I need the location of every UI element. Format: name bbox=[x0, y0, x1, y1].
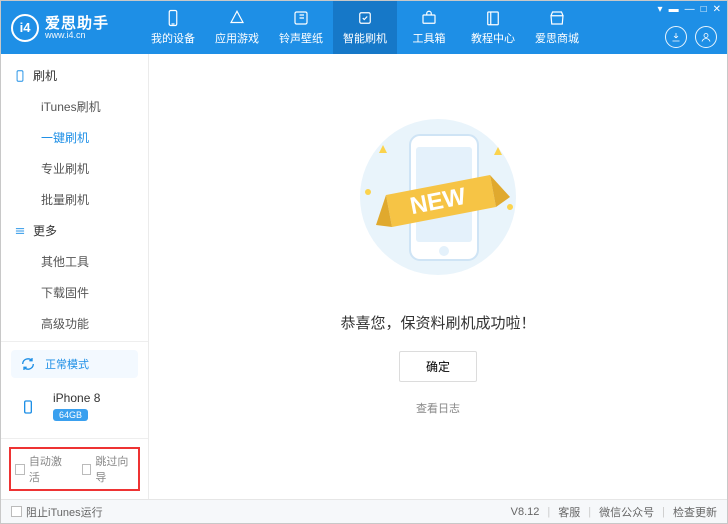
checkbox-label: 跳过向导 bbox=[95, 453, 134, 485]
sidebar-item-advanced[interactable]: 高级功能 bbox=[1, 308, 148, 339]
sidebar: 刷机 iTunes刷机 一键刷机 专业刷机 批量刷机 更多 其他工具 下载固件 … bbox=[1, 54, 149, 499]
sidebar-item-batch-flash[interactable]: 批量刷机 bbox=[1, 184, 148, 215]
device-row[interactable]: iPhone 8 64GB bbox=[11, 384, 138, 430]
more-icon bbox=[13, 224, 27, 238]
mode-normal[interactable]: 正常模式 bbox=[11, 350, 138, 378]
header-right-icons bbox=[665, 26, 717, 48]
tab-label: 教程中心 bbox=[471, 30, 515, 46]
apps-icon bbox=[228, 9, 246, 27]
ok-button[interactable]: 确定 bbox=[399, 351, 477, 382]
window-menu-button[interactable]: ▾ bbox=[658, 4, 663, 15]
tab-label: 智能刷机 bbox=[343, 30, 387, 46]
toolbox-icon bbox=[420, 9, 438, 27]
tab-label: 工具箱 bbox=[413, 30, 446, 46]
sync-icon bbox=[19, 355, 37, 373]
window-minimize-button[interactable]: — bbox=[685, 4, 695, 15]
checkbox-icon bbox=[82, 464, 92, 475]
checkbox-icon bbox=[11, 506, 22, 517]
user-icon[interactable] bbox=[695, 26, 717, 48]
tab-my-device[interactable]: 我的设备 bbox=[141, 1, 205, 54]
checkbox-label: 自动激活 bbox=[29, 453, 68, 485]
sidebar-item-oneclick-flash[interactable]: 一键刷机 bbox=[1, 122, 148, 153]
sidebar-item-itunes-flash[interactable]: iTunes刷机 bbox=[1, 91, 148, 122]
book-icon bbox=[484, 9, 502, 27]
main-content: NEW 恭喜您，保资料刷机成功啦！ 确定 查看日志 bbox=[149, 54, 727, 499]
view-log-link[interactable]: 查看日志 bbox=[416, 400, 460, 416]
phone-icon bbox=[164, 9, 182, 27]
app-logo[interactable]: i4 爱思助手 www.i4.cn bbox=[1, 14, 141, 42]
tab-label: 铃声壁纸 bbox=[279, 30, 323, 46]
brand-url: www.i4.cn bbox=[45, 31, 109, 40]
header-bar: i4 爱思助手 www.i4.cn 我的设备 应用游戏 铃声壁纸 智能刷机 bbox=[1, 1, 727, 54]
tab-apps[interactable]: 应用游戏 bbox=[205, 1, 269, 54]
mode-label: 正常模式 bbox=[45, 356, 89, 372]
window-close-button[interactable]: ✕ bbox=[713, 4, 721, 15]
storage-badge: 64GB bbox=[53, 409, 88, 421]
footer-bar: 阻止iTunes运行 V8.12 | 客服 | 微信公众号 | 检查更新 bbox=[1, 499, 727, 523]
download-icon[interactable] bbox=[665, 26, 687, 48]
sidebar-section-label: 更多 bbox=[33, 222, 57, 239]
success-message: 恭喜您，保资料刷机成功啦！ bbox=[340, 312, 535, 333]
checkbox-label: 阻止iTunes运行 bbox=[26, 504, 103, 520]
tab-label: 我的设备 bbox=[151, 30, 195, 46]
logo-badge: i4 bbox=[11, 14, 39, 42]
tab-tutorial[interactable]: 教程中心 bbox=[461, 1, 525, 54]
sidebar-item-other-tools[interactable]: 其他工具 bbox=[1, 246, 148, 277]
phone-outline-icon bbox=[13, 69, 27, 83]
window-maximize-button[interactable]: □ bbox=[701, 4, 707, 15]
checkbox-block-itunes[interactable]: 阻止iTunes运行 bbox=[11, 504, 103, 520]
wechat-link[interactable]: 微信公众号 bbox=[599, 504, 654, 520]
phone-solid-icon bbox=[19, 398, 37, 416]
check-update-link[interactable]: 检查更新 bbox=[673, 504, 717, 520]
app-window: i4 爱思助手 www.i4.cn 我的设备 应用游戏 铃声壁纸 智能刷机 bbox=[0, 0, 728, 524]
tab-toolbox[interactable]: 工具箱 bbox=[397, 1, 461, 54]
flash-icon bbox=[356, 9, 374, 27]
sidebar-section-more[interactable]: 更多 bbox=[1, 215, 148, 246]
shop-icon bbox=[548, 9, 566, 27]
sidebar-item-pro-flash[interactable]: 专业刷机 bbox=[1, 153, 148, 184]
tab-shop[interactable]: 爱思商城 bbox=[525, 1, 589, 54]
header-tabs: 我的设备 应用游戏 铃声壁纸 智能刷机 工具箱 教程中心 bbox=[141, 1, 589, 54]
bottom-options: 自动激活 跳过向导 bbox=[1, 438, 148, 499]
tab-ringtone[interactable]: 铃声壁纸 bbox=[269, 1, 333, 54]
window-tray-button[interactable]: ▬ bbox=[669, 4, 679, 15]
tab-label: 爱思商城 bbox=[535, 30, 579, 46]
sidebar-section-label: 刷机 bbox=[33, 67, 57, 84]
tab-label: 应用游戏 bbox=[215, 30, 259, 46]
window-controls: ▾ ▬ — □ ✕ bbox=[658, 4, 721, 15]
body: 刷机 iTunes刷机 一键刷机 专业刷机 批量刷机 更多 其他工具 下载固件 … bbox=[1, 54, 727, 499]
device-name: iPhone 8 bbox=[53, 391, 100, 405]
checkbox-icon bbox=[15, 464, 25, 475]
music-icon bbox=[292, 9, 310, 27]
checkbox-skip-guide[interactable]: 跳过向导 bbox=[82, 453, 135, 485]
sidebar-section-flash[interactable]: 刷机 bbox=[1, 60, 148, 91]
highlighted-box: 自动激活 跳过向导 bbox=[9, 447, 140, 491]
checkbox-auto-activate[interactable]: 自动激活 bbox=[15, 453, 68, 485]
version-label: V8.12 bbox=[511, 506, 540, 518]
sidebar-item-download-firmware[interactable]: 下载固件 bbox=[1, 277, 148, 308]
tab-flash[interactable]: 智能刷机 bbox=[333, 1, 397, 54]
support-link[interactable]: 客服 bbox=[558, 504, 580, 520]
success-illustration: NEW bbox=[338, 107, 538, 290]
brand-name: 爱思助手 bbox=[45, 16, 109, 31]
